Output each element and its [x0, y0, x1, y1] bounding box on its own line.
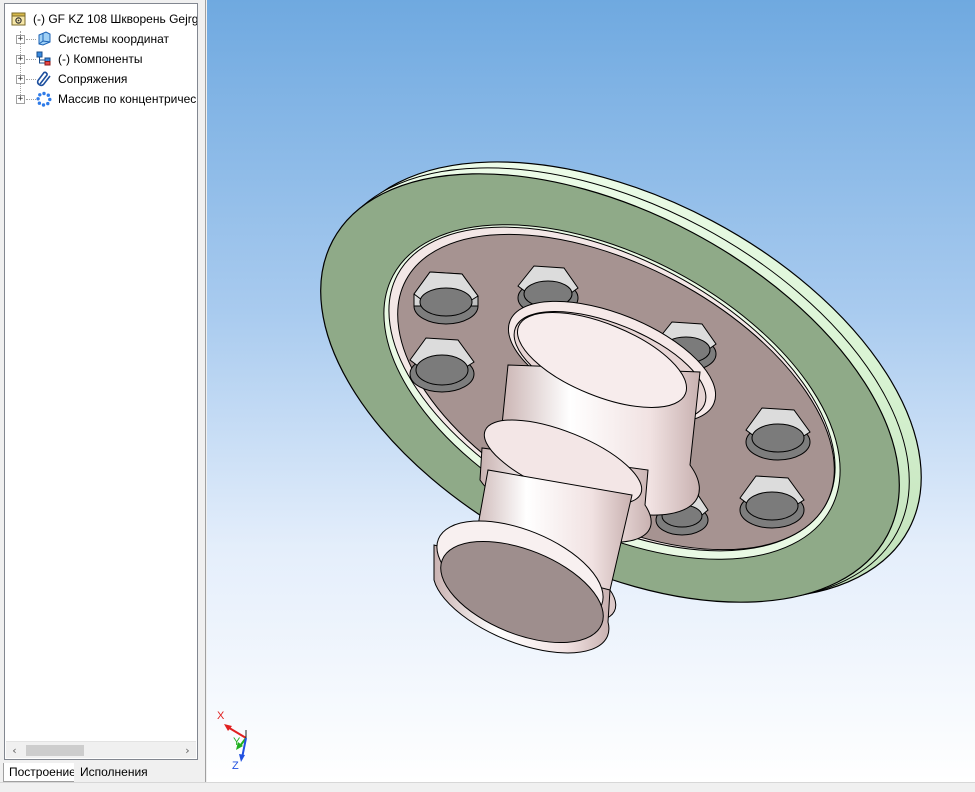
status-bar	[0, 782, 975, 792]
axis-y-label: Y	[233, 736, 241, 748]
tree-connector	[26, 39, 36, 40]
horizontal-scrollbar[interactable]: ‹ ›	[6, 741, 196, 758]
tab-variants[interactable]: Исполнения	[74, 763, 154, 782]
expand-icon[interactable]: +	[16, 95, 25, 104]
tree-item-label: Массив по концентричес	[58, 92, 197, 106]
tree-item-label: (-) Компоненты	[58, 52, 143, 66]
scrollbar-thumb[interactable]	[26, 745, 84, 756]
scroll-right-icon[interactable]: ›	[179, 742, 196, 759]
expand-icon[interactable]: +	[16, 75, 25, 84]
coordinate-system-icon	[38, 31, 51, 46]
tree-root-label: (-) GF KZ 108 Шкворень Gejrg	[33, 12, 198, 26]
tab-construction[interactable]: Построение	[3, 763, 82, 782]
tree-item-components[interactable]: + (-) Компоненты	[5, 49, 197, 69]
tree-tabs: Построение Исполнения	[0, 763, 206, 782]
feature-tree[interactable]: (-) GF KZ 108 Шкворень Gejrg + Системы к…	[4, 3, 198, 760]
tree-connector	[26, 59, 36, 60]
mates-icon	[36, 71, 51, 87]
tree-root[interactable]: (-) GF KZ 108 Шкворень Gejrg	[5, 9, 198, 29]
assembly-icon	[11, 12, 26, 26]
tree-connector	[26, 99, 36, 100]
tree-item-mates[interactable]: + Сопряжения	[5, 69, 197, 89]
tree-item-label: Сопряжения	[58, 72, 128, 86]
axis-z-label: Z	[232, 760, 239, 772]
feature-tree-panel: (-) GF KZ 108 Шкворень Gejrg + Системы к…	[0, 0, 206, 782]
model-viewport[interactable]: X Y Z	[207, 0, 975, 782]
axis-x-label: X	[217, 710, 225, 722]
tree-item-label: Системы координат	[58, 32, 169, 46]
scroll-left-icon[interactable]: ‹	[6, 742, 23, 759]
components-icon	[36, 51, 51, 66]
expand-icon[interactable]: +	[16, 35, 25, 44]
tree-item-coordinate-systems[interactable]: + Системы координат	[5, 29, 197, 49]
kingpin-assembly-model	[320, 161, 922, 654]
tree-item-circular-pattern[interactable]: + Массив по концентричес	[5, 89, 197, 109]
circular-pattern-icon	[36, 91, 52, 107]
tree-connector	[26, 79, 36, 80]
expand-icon[interactable]: +	[16, 55, 25, 64]
